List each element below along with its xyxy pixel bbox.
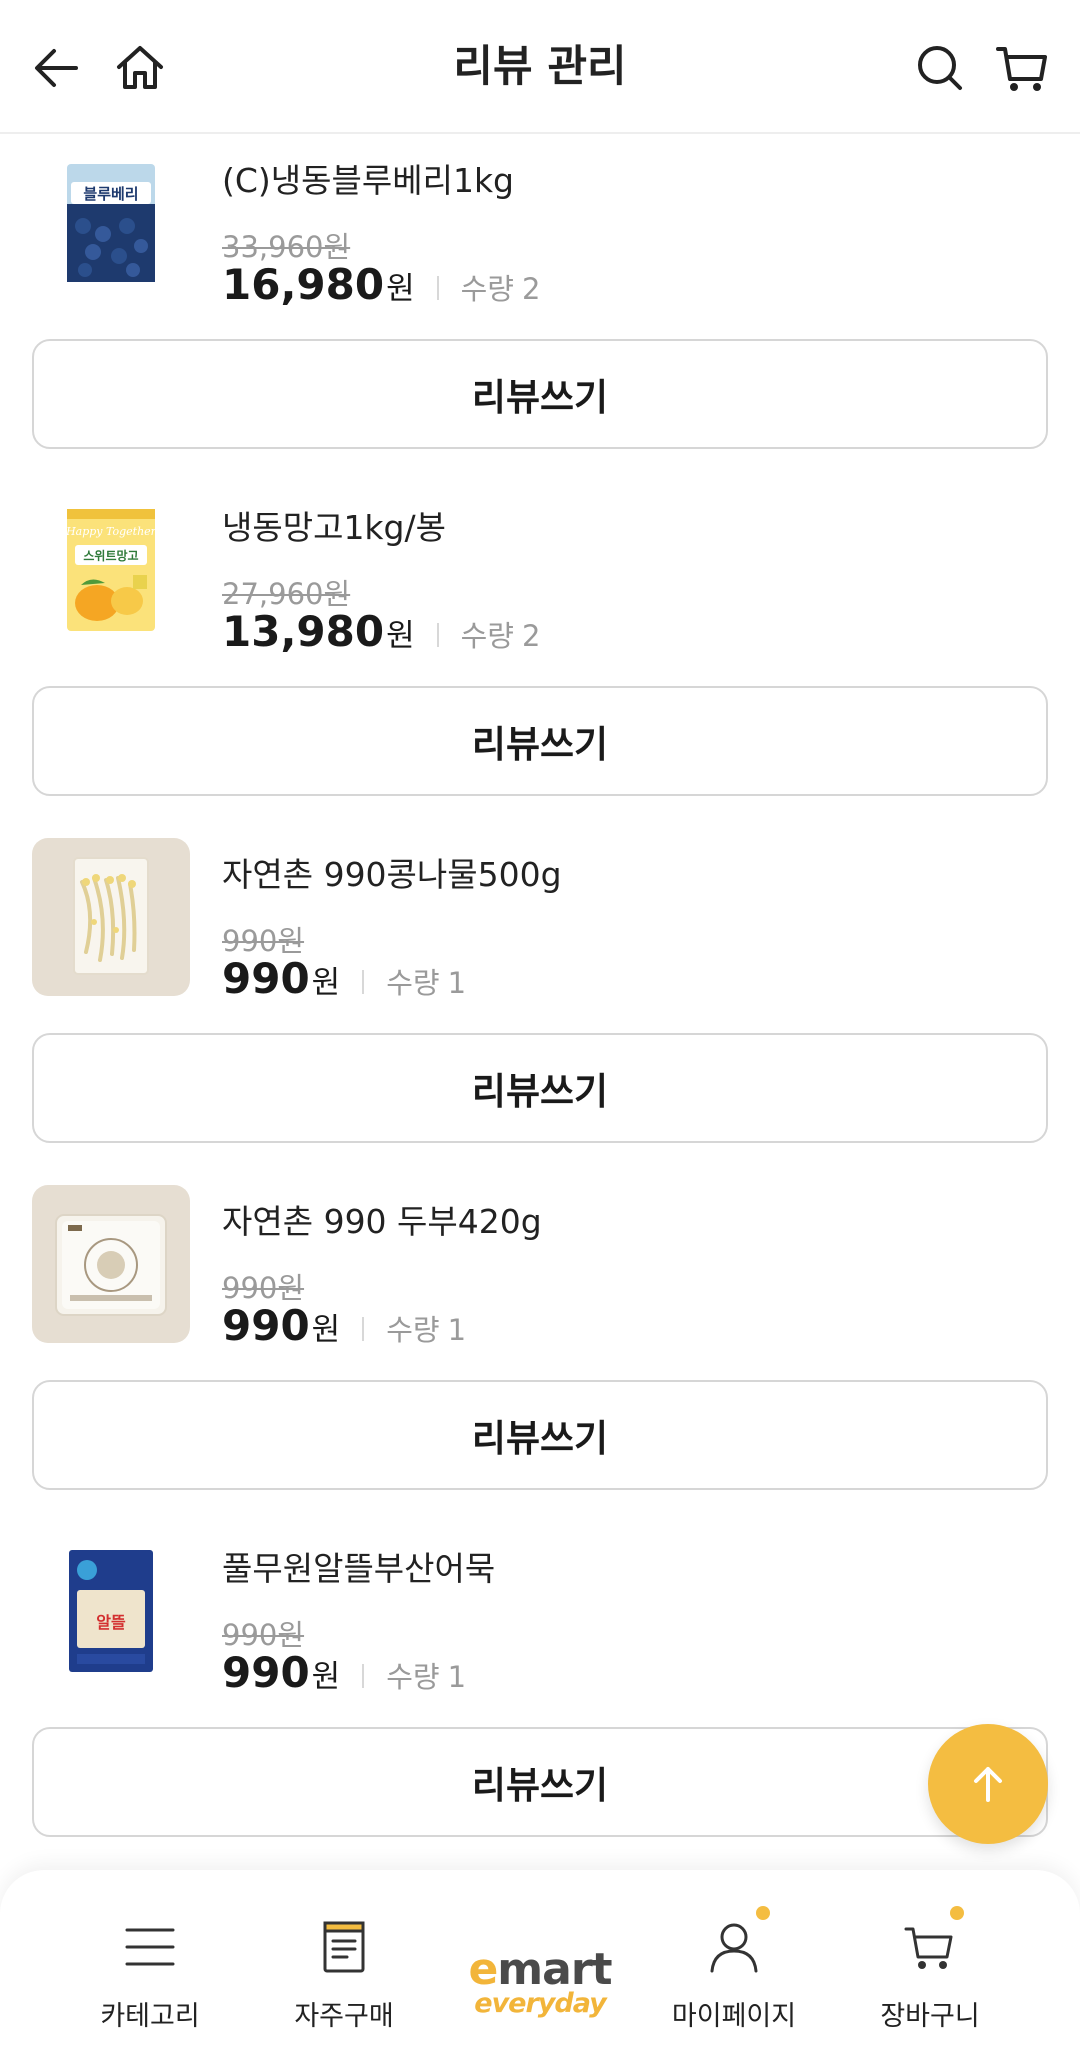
search-icon[interactable] bbox=[908, 36, 972, 100]
nav-home-logo[interactable]: emart everyday bbox=[440, 1870, 640, 2070]
quantity-label: 수량 bbox=[386, 966, 440, 1000]
list-item: 자연촌 990콩나물500g 990원 990 원 수량 1 리뷰쓰기 bbox=[0, 828, 1080, 1175]
menu-icon bbox=[115, 1912, 185, 1982]
arrow-up-icon bbox=[974, 1767, 1002, 1802]
price-quantity-row: 13,980 원 수량 2 bbox=[222, 607, 540, 663]
nav-label: 자주구매 bbox=[294, 2001, 394, 2032]
quantity-label: 수량 bbox=[386, 1660, 440, 1694]
fish-cake-package-image: 알뜰 bbox=[69, 1550, 153, 1672]
emart-everyday-logo: emart everyday bbox=[468, 1948, 612, 2019]
receipt-icon bbox=[309, 1912, 379, 1982]
svg-text:알뜰: 알뜰 bbox=[96, 1613, 126, 1632]
quantity-label: 수량 bbox=[386, 1313, 440, 1347]
cart-icon[interactable] bbox=[990, 36, 1054, 100]
product-image[interactable] bbox=[32, 838, 190, 996]
product-name[interactable]: 자연촌 990콩나물500g bbox=[222, 848, 562, 896]
sale-price: 16,980 bbox=[222, 260, 385, 309]
blueberry-package-image: 블루베리 bbox=[67, 164, 155, 282]
quantity-value: 2 bbox=[521, 272, 541, 306]
svg-text:블루베리: 블루베리 bbox=[83, 185, 138, 203]
price-quantity-row: 990 원 수량 1 bbox=[222, 1301, 466, 1357]
svg-text:스위트망고: 스위트망고 bbox=[83, 549, 138, 563]
currency-label: 원 bbox=[311, 1659, 341, 1695]
price-quantity-row: 990 원 수량 1 bbox=[222, 954, 466, 1010]
list-item: 알뜰 풀무원알뜰부산어묵 990원 990 원 수량 1 리뷰쓰기 bbox=[0, 1522, 1080, 1869]
sale-price: 990 bbox=[222, 1301, 310, 1350]
product-image[interactable]: 알뜰 bbox=[32, 1532, 190, 1690]
write-review-button[interactable]: 리뷰쓰기 bbox=[32, 339, 1048, 449]
product-name[interactable]: (C)냉동블루베리1kg bbox=[222, 154, 514, 202]
product-name[interactable]: 냉동망고1kg/봉 bbox=[222, 501, 446, 549]
quantity-value: 1 bbox=[447, 1313, 467, 1347]
nav-label: 장바구니 bbox=[880, 2001, 980, 2032]
currency-label: 원 bbox=[386, 271, 415, 307]
quantity-label: 수량 bbox=[460, 272, 514, 306]
bottom-navigation: 카테고리 자주구매 emart everyday 마이페이지 장바구니 bbox=[0, 1870, 1080, 2070]
write-review-button[interactable]: 리뷰쓰기 bbox=[32, 1380, 1048, 1490]
sale-price: 990 bbox=[222, 954, 310, 1003]
write-review-button[interactable]: 리뷰쓰기 bbox=[32, 686, 1048, 796]
top-app-bar: 리뷰 관리 bbox=[0, 0, 1080, 134]
divider bbox=[362, 1317, 365, 1341]
person-icon bbox=[699, 1912, 769, 1982]
product-name[interactable]: 풀무원알뜰부산어묵 bbox=[222, 1542, 495, 1590]
product-image[interactable]: 블루베리 bbox=[32, 144, 190, 302]
notification-dot bbox=[756, 1906, 770, 1920]
scroll-to-top-button[interactable] bbox=[928, 1724, 1048, 1844]
mango-package-image: 스위트망고 Happy Together bbox=[65, 509, 157, 631]
nav-label: 마이페이지 bbox=[671, 2001, 797, 2032]
tofu-package-image bbox=[55, 1214, 167, 1316]
quantity-value: 1 bbox=[447, 1660, 467, 1694]
divider bbox=[362, 1664, 365, 1688]
divider bbox=[362, 970, 365, 994]
quantity-value: 1 bbox=[447, 966, 467, 1000]
product-image[interactable]: 스위트망고 Happy Together bbox=[32, 491, 190, 649]
bean-sprout-package-image bbox=[73, 857, 149, 975]
logo-everyday: everyday bbox=[474, 1988, 606, 2019]
nav-cart[interactable]: 장바구니 bbox=[830, 1870, 1030, 2070]
nav-mypage[interactable]: 마이페이지 bbox=[634, 1870, 834, 2070]
currency-label: 원 bbox=[311, 965, 341, 1001]
price-quantity-row: 990 원 수량 1 bbox=[222, 1648, 466, 1704]
currency-label: 원 bbox=[311, 1312, 341, 1348]
currency-label: 원 bbox=[386, 618, 415, 654]
product-name[interactable]: 자연촌 990 두부420g bbox=[222, 1195, 542, 1243]
list-item: 스위트망고 Happy Together 냉동망고1kg/봉 27,960원 1… bbox=[0, 481, 1080, 828]
write-review-button[interactable]: 리뷰쓰기 bbox=[32, 1727, 1048, 1837]
product-image[interactable] bbox=[32, 1185, 190, 1343]
write-review-button[interactable]: 리뷰쓰기 bbox=[32, 1033, 1048, 1143]
quantity-value: 2 bbox=[521, 619, 541, 653]
sale-price: 13,980 bbox=[222, 607, 385, 656]
cart-icon bbox=[895, 1912, 965, 1982]
divider bbox=[436, 276, 439, 300]
list-item: 블루베리 (C)냉동블루베리1kg 33,960원 16,980 원 수량 2 … bbox=[0, 134, 1080, 481]
svg-text:Happy Together: Happy Together bbox=[65, 525, 157, 538]
quantity-label: 수량 bbox=[460, 619, 514, 653]
sale-price: 990 bbox=[222, 1648, 310, 1697]
list-item: 자연촌 990 두부420g 990원 990 원 수량 1 리뷰쓰기 bbox=[0, 1175, 1080, 1522]
notification-dot bbox=[950, 1906, 964, 1920]
nav-category[interactable]: 카테고리 bbox=[50, 1870, 250, 2070]
price-quantity-row: 16,980 원 수량 2 bbox=[222, 260, 540, 316]
divider bbox=[436, 623, 439, 647]
nav-label: 카테고리 bbox=[100, 2001, 200, 2032]
nav-frequent-purchase[interactable]: 자주구매 bbox=[244, 1870, 444, 2070]
